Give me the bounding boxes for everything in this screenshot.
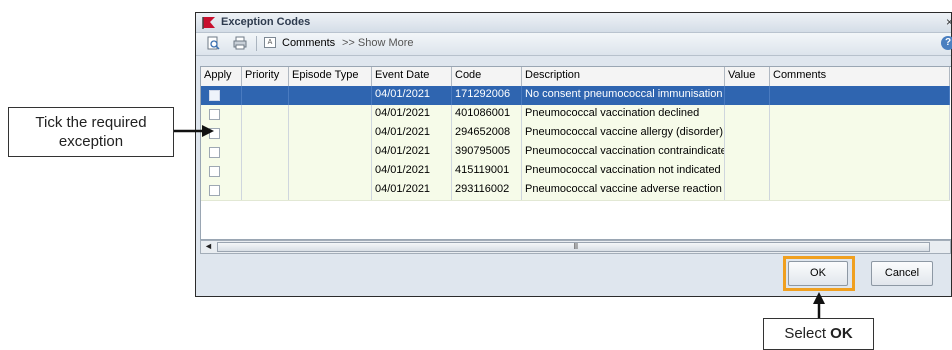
arrow-to-apply-column (174, 125, 214, 137)
arrow-to-ok-button (813, 292, 825, 318)
callout-arrows (174, 125, 825, 318)
